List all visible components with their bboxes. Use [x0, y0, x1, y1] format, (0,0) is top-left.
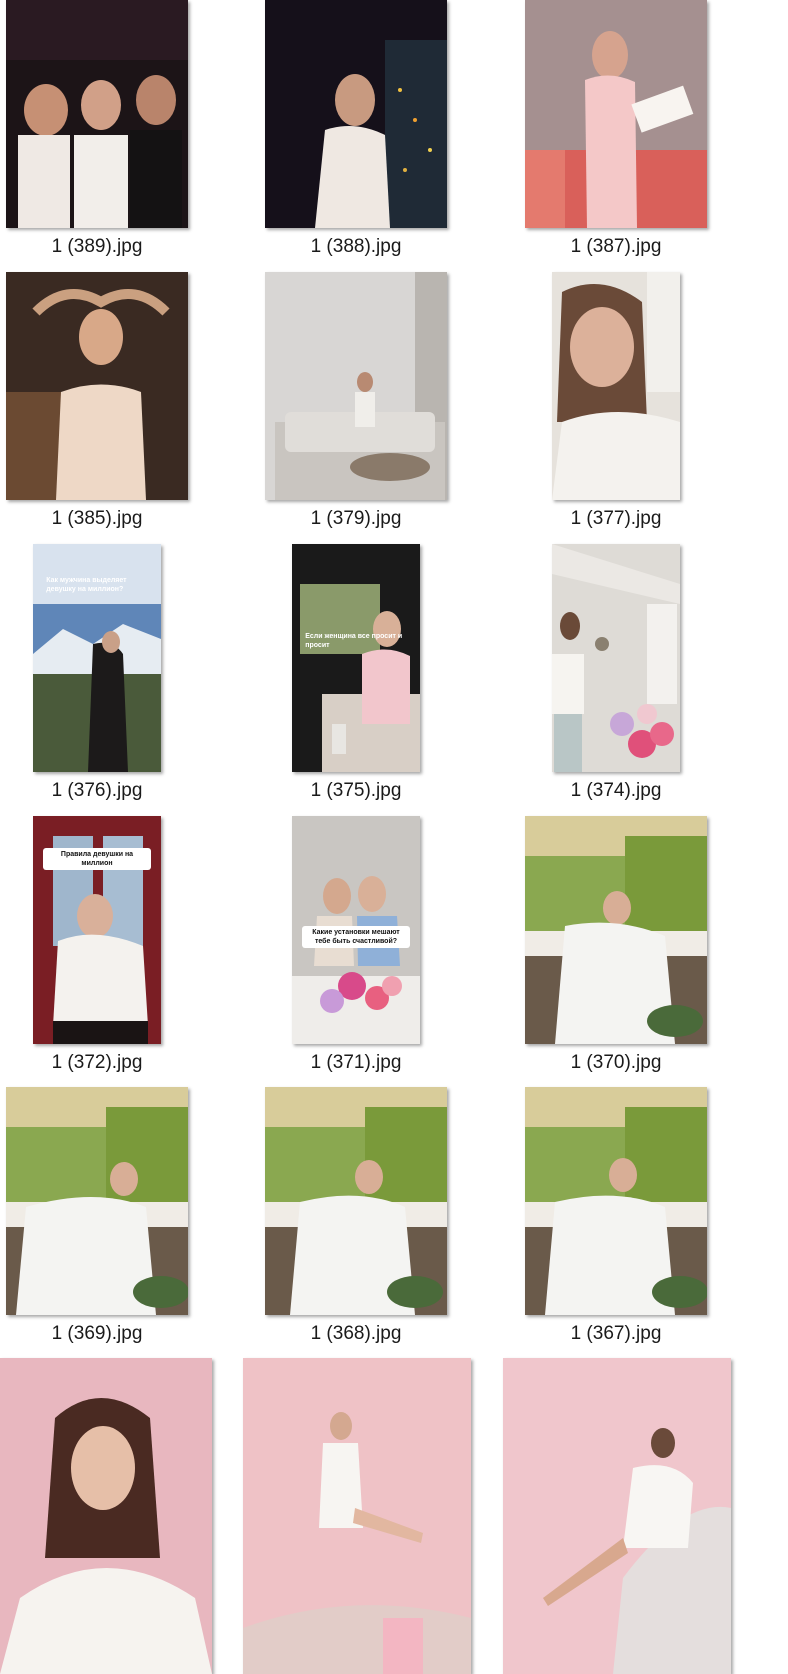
- file-name: 1 (389).jpg: [51, 236, 143, 257]
- file-name: 1 (372).jpg: [51, 1052, 143, 1073]
- photo-thumbnail[interactable]: [552, 544, 680, 772]
- photo-thumbnail[interactable]: [265, 0, 447, 228]
- photo-thumbnail[interactable]: [0, 1358, 212, 1674]
- file-name: 1 (371).jpg: [310, 1052, 402, 1073]
- story-caption-text: Как мужчина выделяет девушку на миллион?: [46, 577, 127, 593]
- file-name: 1 (369).jpg: [51, 1323, 143, 1344]
- file-name: 1 (379).jpg: [310, 508, 402, 529]
- file-name: 1 (385).jpg: [51, 508, 143, 529]
- story-caption-text: Если женщина все просит и просит: [305, 633, 403, 649]
- file-name: 1 (367).jpg: [570, 1323, 662, 1344]
- file-name: 1 (374).jpg: [570, 780, 662, 801]
- photo-thumbnail[interactable]: [265, 272, 447, 500]
- file-name: 1 (368).jpg: [310, 1323, 402, 1344]
- photo-thumbnail[interactable]: [525, 0, 707, 228]
- file-name: 1 (370).jpg: [570, 1052, 662, 1073]
- photo-thumbnail[interactable]: [6, 1087, 188, 1315]
- file-name: 1 (377).jpg: [570, 508, 662, 529]
- photo-thumbnail[interactable]: [503, 1358, 731, 1674]
- file-name: 1 (376).jpg: [51, 780, 143, 801]
- photo-thumbnail[interactable]: [552, 272, 680, 500]
- photo-thumbnail[interactable]: Если женщина все просит и просит: [292, 544, 420, 772]
- file-name: 1 (388).jpg: [310, 236, 402, 257]
- photo-thumbnail[interactable]: Как мужчина выделяет девушку на миллион?: [33, 544, 161, 772]
- photo-thumbnail[interactable]: [243, 1358, 471, 1674]
- photo-thumbnail[interactable]: Правила девушки на миллион: [33, 816, 161, 1044]
- photo-thumbnail[interactable]: Какие установки мешают тебе быть счастли…: [292, 816, 420, 1044]
- photo-thumbnail[interactable]: [525, 1087, 707, 1315]
- photo-thumbnail[interactable]: [525, 816, 707, 1044]
- file-name: 1 (375).jpg: [310, 780, 402, 801]
- file-explorer-thumbnail-view: { "files": [ {"name": "1 (389).jpg"}, {"…: [0, 0, 788, 1674]
- photo-thumbnail[interactable]: [6, 0, 188, 228]
- story-caption-text: Правила девушки на миллион: [43, 848, 151, 870]
- photo-thumbnail[interactable]: [6, 272, 188, 500]
- file-name: 1 (387).jpg: [570, 236, 662, 257]
- photo-thumbnail[interactable]: [265, 1087, 447, 1315]
- story-caption-text: Какие установки мешают тебе быть счастли…: [302, 926, 410, 948]
